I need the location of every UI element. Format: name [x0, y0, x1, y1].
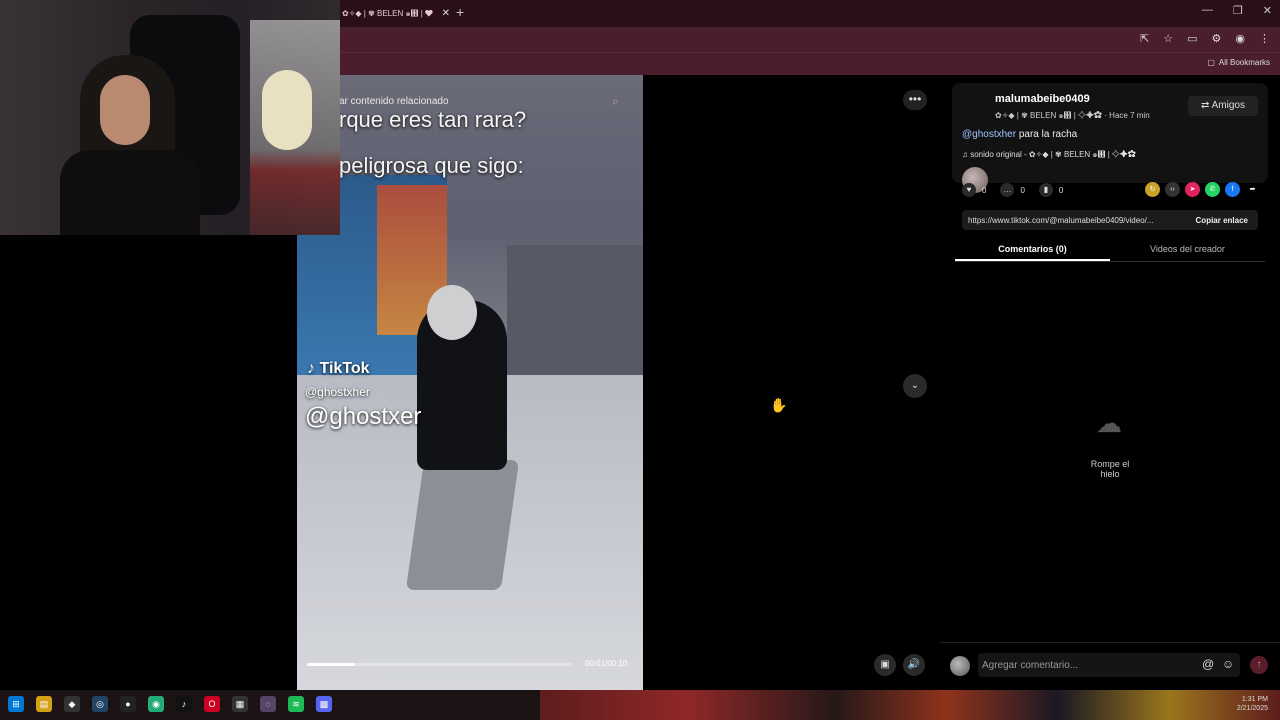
- app3-icon[interactable]: ▦: [232, 696, 248, 712]
- heart-icon: ♥: [962, 183, 976, 197]
- watermark-username: @ghostxher: [305, 385, 370, 399]
- webcam-overlay: [0, 0, 340, 235]
- author-subline: ✿✧◆ | ✾ BELEN ๑฻ | ✧✦✿ · Hace 7 min: [995, 111, 1150, 120]
- taskbar-apps: ⊞ ▤ ◆ ◎ ● ◉ ♪ O ▦ ◌ ≋ ▩: [8, 696, 332, 712]
- window-controls: — ❐ ✕: [1202, 4, 1272, 17]
- clock-date: 2/21/2025: [1236, 705, 1268, 712]
- caption-text: para la racha: [1016, 129, 1078, 140]
- file-explorer-icon[interactable]: ▤: [36, 696, 52, 712]
- embed-icon[interactable]: ‹›: [1165, 182, 1180, 197]
- all-bookmarks-button[interactable]: ▢ All Bookmarks: [1207, 58, 1270, 67]
- app4-icon[interactable]: ◌: [260, 696, 276, 712]
- send-icon[interactable]: ➤: [1185, 182, 1200, 197]
- start-icon[interactable]: ⊞: [8, 696, 24, 712]
- more-options-button[interactable]: •••: [903, 90, 927, 110]
- search-icon[interactable]: ⌕: [612, 94, 619, 109]
- tiktok-watermark: ♪ TikTok: [307, 360, 370, 377]
- maximize-button[interactable]: ❐: [1233, 4, 1243, 17]
- video-time: 00:01/00:10: [585, 659, 628, 668]
- close-window-button[interactable]: ✕: [1263, 4, 1272, 17]
- tiktok-logo-text: TikTok: [319, 360, 370, 377]
- new-tab-button[interactable]: +: [456, 4, 464, 20]
- video-player[interactable]: ar contenido relacionado ⌕ rque eres tan…: [297, 75, 643, 690]
- author-username[interactable]: malumabeibe0409: [995, 93, 1090, 105]
- volume-button[interactable]: 🔊: [903, 654, 925, 676]
- friends-label: Amigos: [1211, 100, 1245, 111]
- tab-comments[interactable]: Comentarios (0): [955, 240, 1110, 261]
- github-icon[interactable]: ●: [120, 696, 136, 712]
- screen: ✿✧◆ | ✾ BELEN ๑฻ | ❤ ✕ + — ❐ ✕ ⇱ ☆ ▭ ⚙ ◉…: [0, 0, 1280, 720]
- friends-button[interactable]: ⇄ Amigos: [1188, 96, 1258, 116]
- empty-comments-text: Rompe el hielo: [1090, 459, 1130, 479]
- spotify-icon[interactable]: ≋: [288, 696, 304, 712]
- all-bookmarks-label: All Bookmarks: [1218, 58, 1270, 67]
- pip-button[interactable]: ▣: [874, 654, 896, 676]
- mention-icon[interactable]: @: [1202, 657, 1214, 671]
- caption-mention[interactable]: @ghostxher: [962, 129, 1016, 140]
- user-avatar: [950, 656, 970, 676]
- send-comment-button[interactable]: ↑: [1250, 656, 1268, 674]
- post-stats: ♥ 0 … 0 ▮ 0: [962, 183, 1063, 197]
- share-icons: ↻ ‹› ➤ ✆ f ➦: [1145, 182, 1260, 197]
- clock-time: 1:31 PM: [1241, 696, 1268, 703]
- music-line[interactable]: ♫ sonido original - ✿✧◆ | ✾ BELEN ๑฻ | ✧…: [962, 148, 1136, 161]
- video-progress-bar[interactable]: [307, 663, 572, 666]
- overlay-username: @ghostxer: [305, 403, 422, 430]
- star-icon[interactable]: ☆: [1163, 32, 1173, 45]
- emoji-icon[interactable]: ☺: [1222, 657, 1234, 671]
- install-icon[interactable]: ⇱: [1140, 32, 1149, 45]
- comment-tabs: Comentarios (0) Videos del creador: [955, 240, 1265, 262]
- video-overlay-line2: peligrosa que sigo:: [339, 153, 524, 178]
- app-icon[interactable]: ◆: [64, 696, 80, 712]
- like-count: 0: [982, 185, 987, 195]
- hand-cursor-icon: ✋: [770, 397, 788, 413]
- comment-count: 0: [1020, 185, 1025, 195]
- like-button[interactable]: ♥ 0: [962, 183, 986, 197]
- copy-link-button[interactable]: Copiar enlace: [1196, 216, 1248, 225]
- tab-title: ✿✧◆ | ✾ BELEN ๑฻ | ❤: [342, 8, 434, 18]
- taskbar-clock[interactable]: 1:31 PM 2/21/2025: [1237, 695, 1268, 713]
- comment-button[interactable]: … 0: [1000, 183, 1025, 197]
- share-icon[interactable]: ➦: [1245, 182, 1260, 197]
- video-progress-fill: [307, 663, 355, 666]
- folder-icon: ▢: [1207, 58, 1215, 67]
- tiktok-icon[interactable]: ♪: [176, 696, 192, 712]
- next-video-button[interactable]: ⌄: [903, 374, 927, 398]
- sidepanel-icon[interactable]: ▭: [1187, 32, 1197, 45]
- comment-icon: …: [1000, 183, 1015, 197]
- video-overlay-line1: rque eres tan rara?: [339, 107, 527, 132]
- post-caption: @ghostxher para la racha: [962, 129, 1077, 140]
- comment-input[interactable]: [978, 653, 1240, 677]
- minimize-button[interactable]: —: [1202, 4, 1213, 17]
- profile-icon[interactable]: ◉: [1235, 32, 1245, 45]
- browser-tab[interactable]: ✿✧◆ | ✾ BELEN ๑฻ | ❤ ✕: [340, 3, 450, 23]
- whatsapp-icon[interactable]: ✆: [1205, 182, 1220, 197]
- save-button[interactable]: ▮ 0: [1038, 183, 1064, 197]
- post-url-box: https://www.tiktok.com/@malumabeibe0409/…: [962, 210, 1258, 230]
- music-title: sonido original - ✿✧◆ | ✾ BELEN ๑฻ | ✧✦✿: [970, 150, 1136, 159]
- comment-bar: @ ☺ ↑: [940, 642, 1280, 690]
- chrome-icon[interactable]: ◉: [148, 696, 164, 712]
- opera-icon[interactable]: O: [204, 696, 220, 712]
- tab-close-icon[interactable]: ✕: [442, 8, 450, 19]
- post-panel: [940, 75, 1280, 690]
- save-count: 0: [1058, 185, 1064, 195]
- repost-icon[interactable]: ↻: [1145, 182, 1160, 197]
- menu-icon[interactable]: ⋮: [1259, 32, 1270, 45]
- empty-comments-icon: ☁: [1096, 408, 1122, 438]
- app2-icon[interactable]: ◎: [92, 696, 108, 712]
- facebook-icon[interactable]: f: [1225, 182, 1240, 197]
- app5-icon[interactable]: ▩: [316, 696, 332, 712]
- tab-creator-videos[interactable]: Videos del creador: [1110, 240, 1265, 261]
- bookmark-icon: ▮: [1038, 183, 1053, 197]
- taskbar: ⊞ ▤ ◆ ◎ ● ◉ ♪ O ▦ ◌ ≋ ▩ 1:31 PM 2/21/202…: [0, 690, 1280, 720]
- related-search-text: ar contenido relacionado: [339, 95, 449, 107]
- post-url[interactable]: https://www.tiktok.com/@malumabeibe0409/…: [968, 216, 1178, 225]
- extensions-icon[interactable]: ⚙: [1212, 32, 1222, 45]
